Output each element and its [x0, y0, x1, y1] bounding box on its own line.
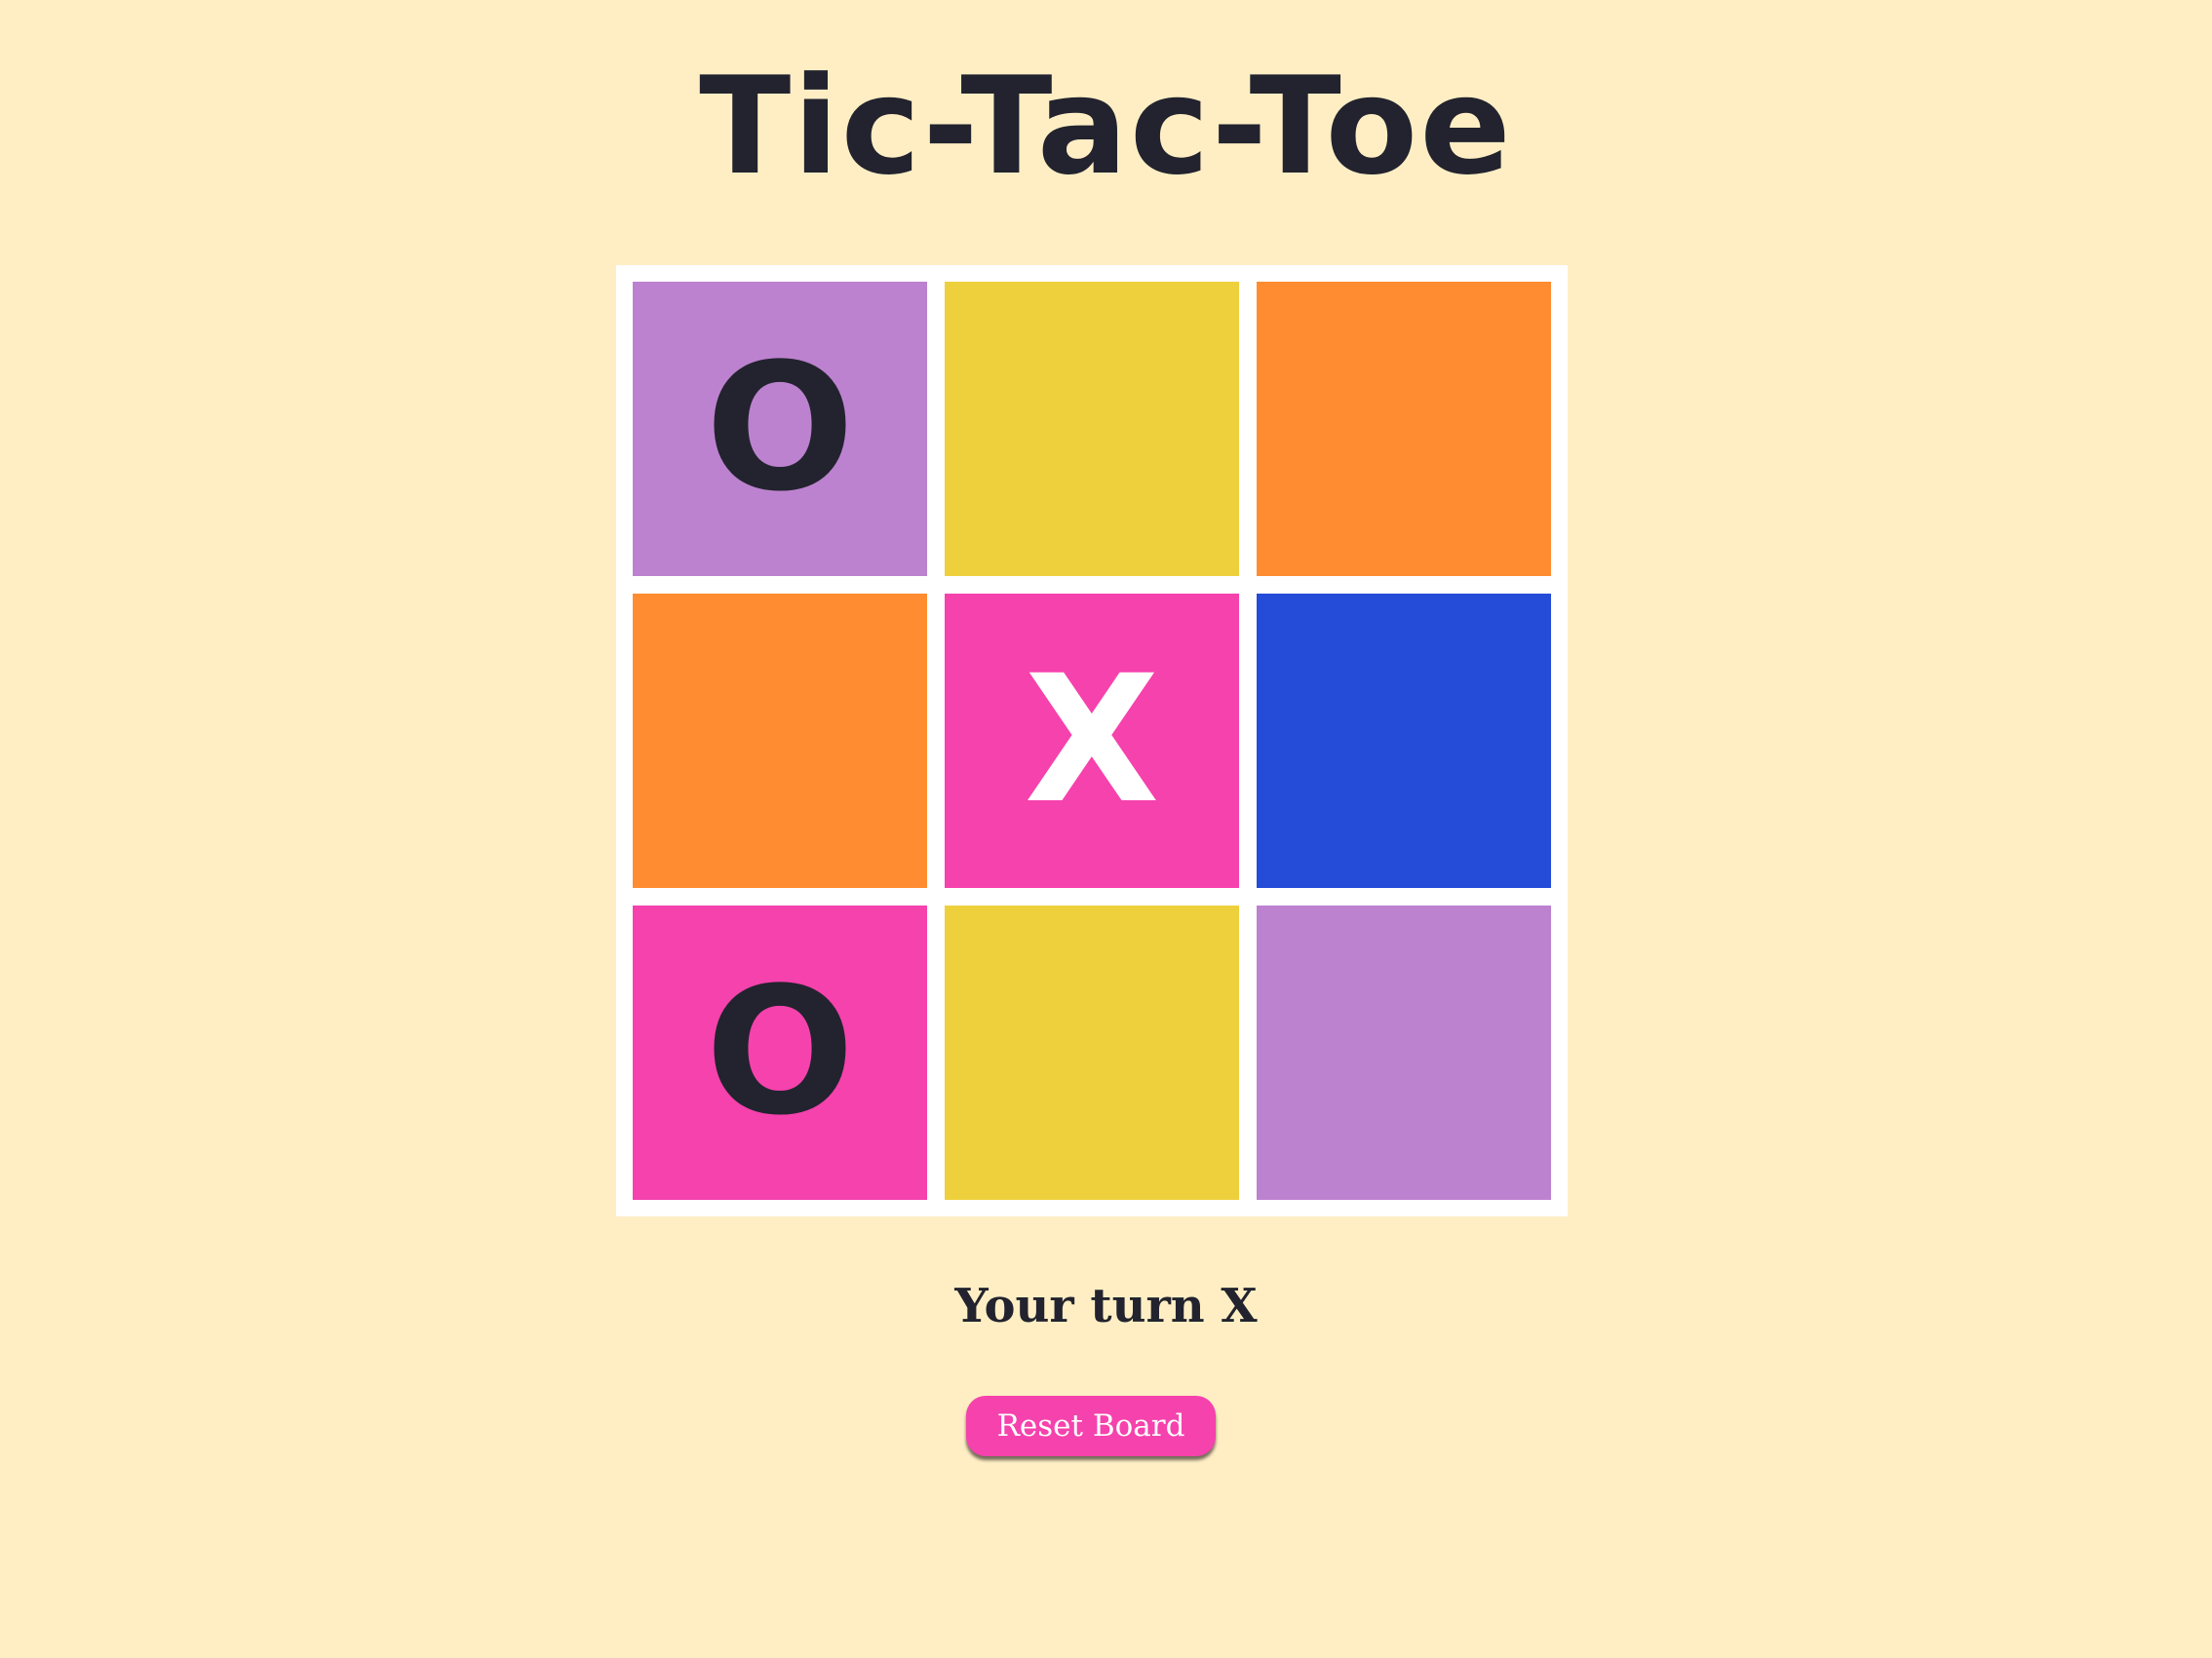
board-cell-1[interactable]: O [633, 282, 927, 576]
board-cell-3[interactable] [1257, 282, 1551, 576]
turn-status: Your turn X [954, 1279, 1258, 1333]
board-cell-7[interactable]: O [633, 906, 927, 1200]
reset-board-button[interactable]: Reset Board [966, 1396, 1216, 1456]
board-cell-6[interactable] [1257, 594, 1551, 888]
board-cell-8[interactable] [945, 906, 1239, 1200]
board-cell-4[interactable] [633, 594, 927, 888]
board-cell-2[interactable] [945, 282, 1239, 576]
board-cell-9[interactable] [1257, 906, 1551, 1200]
game-board: O X O [616, 265, 1568, 1216]
page-title: Tic-Tac-Toe [699, 48, 1513, 205]
board-cell-5[interactable]: X [945, 594, 1239, 888]
